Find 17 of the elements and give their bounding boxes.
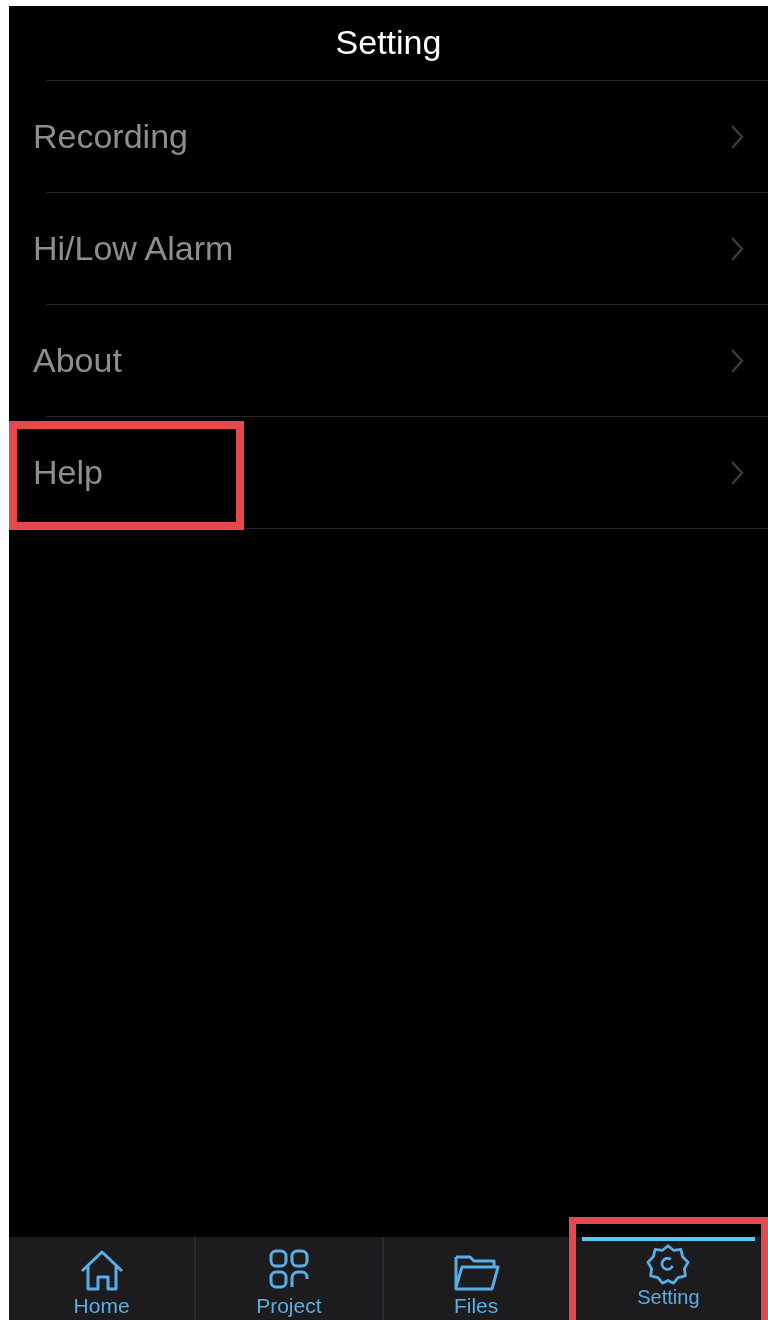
chevron-icon — [730, 123, 744, 150]
row-label: Hi/Low Alarm — [33, 228, 234, 269]
tab-button[interactable]: Project — [194, 1237, 382, 1320]
settings-row[interactable]: Help — [9, 417, 768, 528]
tab-button[interactable]: Files — [381, 1237, 569, 1320]
row-label: Recording — [33, 116, 188, 157]
chevron-icon — [730, 459, 744, 486]
settings-row[interactable]: Recording — [9, 81, 768, 192]
chevron-icon — [730, 235, 744, 262]
tab-button[interactable]: Setting — [568, 1217, 768, 1320]
chevron-icon — [730, 347, 744, 374]
screen-title: Setting — [335, 24, 442, 62]
row-label: About — [33, 340, 122, 381]
settings-row[interactable]: Hi/Low Alarm — [9, 193, 768, 304]
row-label: Help — [33, 452, 103, 493]
tab-button[interactable]: Home — [9, 1237, 195, 1320]
settings-row[interactable]: About — [9, 305, 768, 416]
